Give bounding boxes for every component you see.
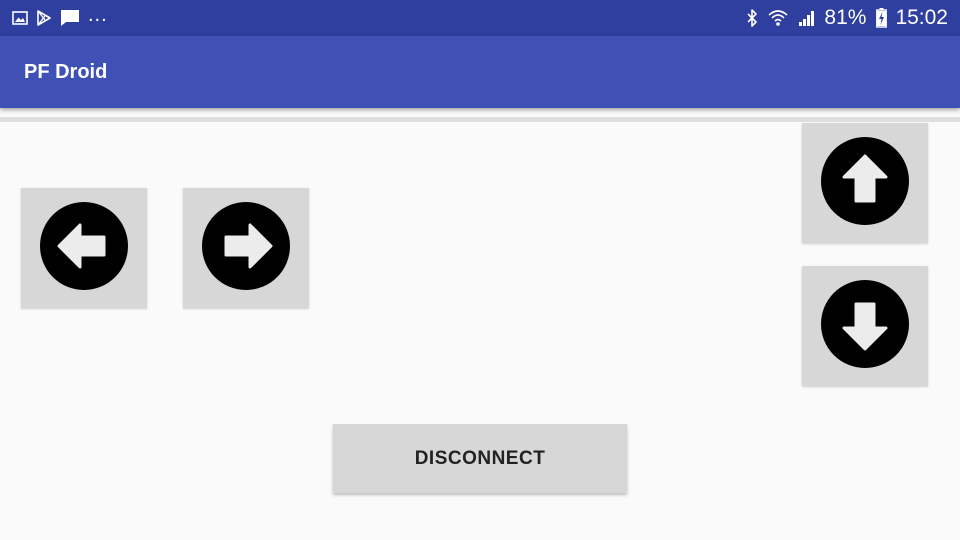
system-status: 81% 15:02 — [736, 6, 948, 30]
play-store-icon — [36, 10, 52, 26]
signal-icon — [798, 9, 816, 27]
more-notifications: ... — [88, 4, 108, 26]
status-bar: ... 81% 15:02 — [0, 0, 960, 36]
notification-icons: ... — [12, 4, 108, 28]
disconnect-button[interactable]: DISCONNECT — [333, 424, 627, 493]
wifi-icon — [768, 9, 788, 27]
arrow-up-circle-icon — [821, 136, 909, 230]
image-icon — [12, 11, 28, 25]
right-button[interactable] — [183, 188, 309, 308]
arrow-left-circle-icon — [40, 201, 128, 295]
battery-charging-icon — [876, 8, 888, 28]
chat-icon — [60, 9, 80, 27]
clock: 15:02 — [895, 6, 948, 29]
arrow-right-circle-icon — [202, 201, 290, 295]
battery-percent: 81% — [824, 6, 867, 29]
left-button[interactable] — [21, 188, 147, 308]
app-bar: PF Droid — [0, 36, 960, 108]
up-button[interactable] — [802, 123, 928, 243]
divider — [0, 117, 960, 122]
arrow-down-circle-icon — [821, 279, 909, 373]
bluetooth-icon — [746, 9, 758, 27]
down-button[interactable] — [802, 266, 928, 386]
app-title: PF Droid — [24, 61, 108, 83]
